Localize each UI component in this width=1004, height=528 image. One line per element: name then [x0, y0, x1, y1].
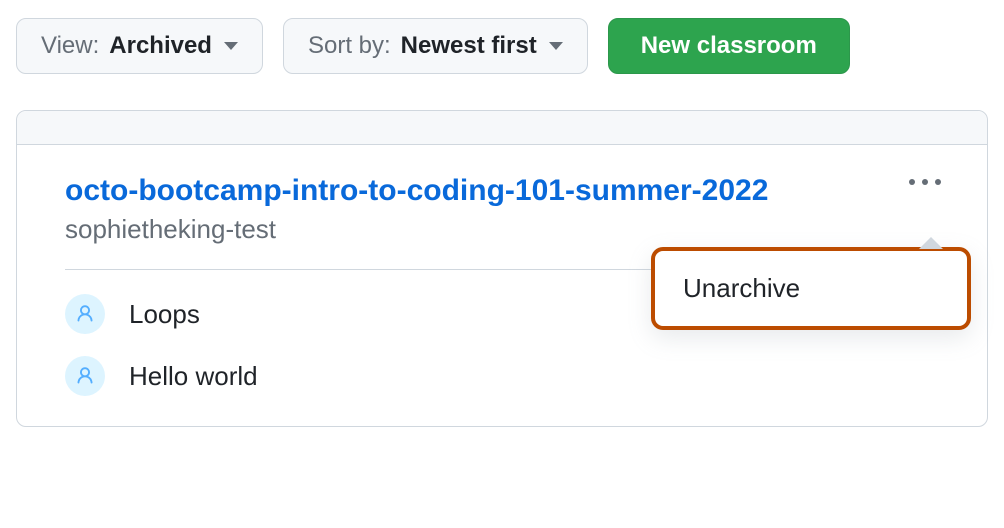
actions-popover: Unarchive [651, 247, 971, 330]
sort-prefix: Sort by: [308, 32, 391, 60]
new-classroom-label: New classroom [641, 32, 817, 60]
dot-icon [922, 179, 928, 185]
sort-dropdown[interactable]: Sort by: Newest first [283, 18, 588, 74]
classroom-org-label: sophietheking-test [65, 214, 939, 245]
view-filter-value: Archived [109, 32, 212, 60]
card-header-strip [17, 111, 987, 145]
card-body: Unarchive octo-bootcamp-intro-to-coding-… [17, 145, 987, 426]
toolbar: View: Archived Sort by: Newest first New… [0, 0, 1004, 74]
unarchive-menu-item[interactable]: Unarchive [655, 251, 967, 326]
dot-icon [935, 179, 941, 185]
dot-icon [909, 179, 915, 185]
new-classroom-button[interactable]: New classroom [608, 18, 850, 74]
caret-down-icon [549, 42, 563, 50]
kebab-menu-button[interactable] [903, 173, 947, 191]
classroom-card: Unarchive octo-bootcamp-intro-to-coding-… [16, 110, 988, 427]
list-item[interactable]: Hello world [65, 356, 939, 396]
assignment-name: Loops [129, 299, 200, 330]
sort-value: Newest first [401, 32, 537, 60]
view-filter-dropdown[interactable]: View: Archived [16, 18, 263, 74]
person-icon [65, 294, 105, 334]
caret-down-icon [224, 42, 238, 50]
person-icon [65, 356, 105, 396]
assignment-name: Hello world [129, 361, 258, 392]
classroom-title-link[interactable]: octo-bootcamp-intro-to-coding-101-summer… [65, 171, 939, 210]
view-filter-prefix: View: [41, 32, 99, 60]
